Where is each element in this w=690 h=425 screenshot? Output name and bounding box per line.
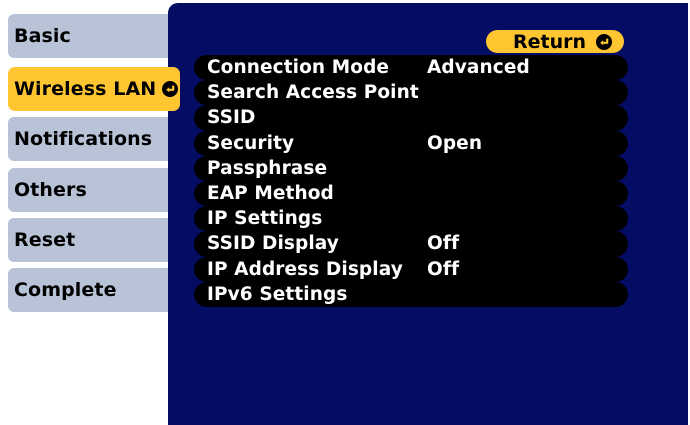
menu-item-label: IP Settings — [207, 208, 323, 230]
tab-complete[interactable]: Complete — [8, 268, 168, 312]
tab-notifications[interactable]: Notifications — [8, 117, 168, 161]
menu-item-value: Open — [427, 132, 483, 154]
menu-item-ip-settings[interactable]: IP Settings — [194, 206, 628, 232]
menu-item-search-access-point[interactable]: Search Access Point — [194, 80, 628, 106]
menu-item-security[interactable]: Security Open — [194, 130, 628, 156]
return-button[interactable]: Return — [486, 30, 624, 53]
settings-panel: Return Connection Mode Advanced Search A… — [168, 3, 688, 425]
menu-item-value: Off — [427, 258, 460, 280]
menu-item-label: EAP Method — [207, 183, 334, 205]
tab-wireless-lan[interactable]: Wireless LAN — [8, 67, 180, 111]
tab-basic[interactable]: Basic — [8, 14, 168, 58]
menu-item-label: SSID — [207, 107, 256, 129]
menu-item-value: Advanced — [427, 57, 530, 79]
menu-item-label: Passphrase — [207, 157, 328, 179]
menu-item-label: Security — [207, 132, 295, 154]
menu-item-ssid-display[interactable]: SSID Display Off — [194, 231, 628, 257]
tab-others[interactable]: Others — [8, 168, 168, 212]
menu-item-eap-method[interactable]: EAP Method — [194, 180, 628, 207]
tab-complete-label: Complete — [14, 279, 117, 301]
enter-icon — [162, 81, 179, 97]
tab-wireless-lan-label: Wireless LAN — [14, 78, 157, 100]
tab-reset[interactable]: Reset — [8, 218, 168, 262]
menu-item-passphrase[interactable]: Passphrase — [194, 155, 628, 181]
menu-item-ipv6-settings[interactable]: IPv6 Settings — [194, 281, 628, 307]
menu-item-label: IPv6 Settings — [207, 283, 348, 305]
menu-item-ip-address-display[interactable]: IP Address Display Off — [194, 256, 628, 282]
tab-reset-label: Reset — [14, 229, 76, 251]
enter-icon — [596, 33, 612, 50]
menu-item-ssid[interactable]: SSID — [194, 105, 628, 131]
menu-item-label: SSID Display — [207, 233, 339, 255]
menu-item-connection-mode[interactable]: Connection Mode Advanced — [194, 55, 628, 81]
settings-menu: Connection Mode Advanced Search Access P… — [194, 55, 628, 307]
tab-others-label: Others — [14, 179, 87, 201]
tab-basic-label: Basic — [14, 25, 71, 47]
menu-item-label: IP Address Display — [207, 258, 403, 280]
menu-item-value: Off — [427, 233, 460, 255]
sidebar-tabs: Basic Wireless LAN Notifications Others … — [0, 0, 180, 425]
menu-item-label: Connection Mode — [207, 57, 390, 79]
menu-item-label: Search Access Point — [207, 82, 419, 104]
return-button-label: Return — [512, 30, 586, 53]
tab-notifications-label: Notifications — [14, 128, 153, 150]
